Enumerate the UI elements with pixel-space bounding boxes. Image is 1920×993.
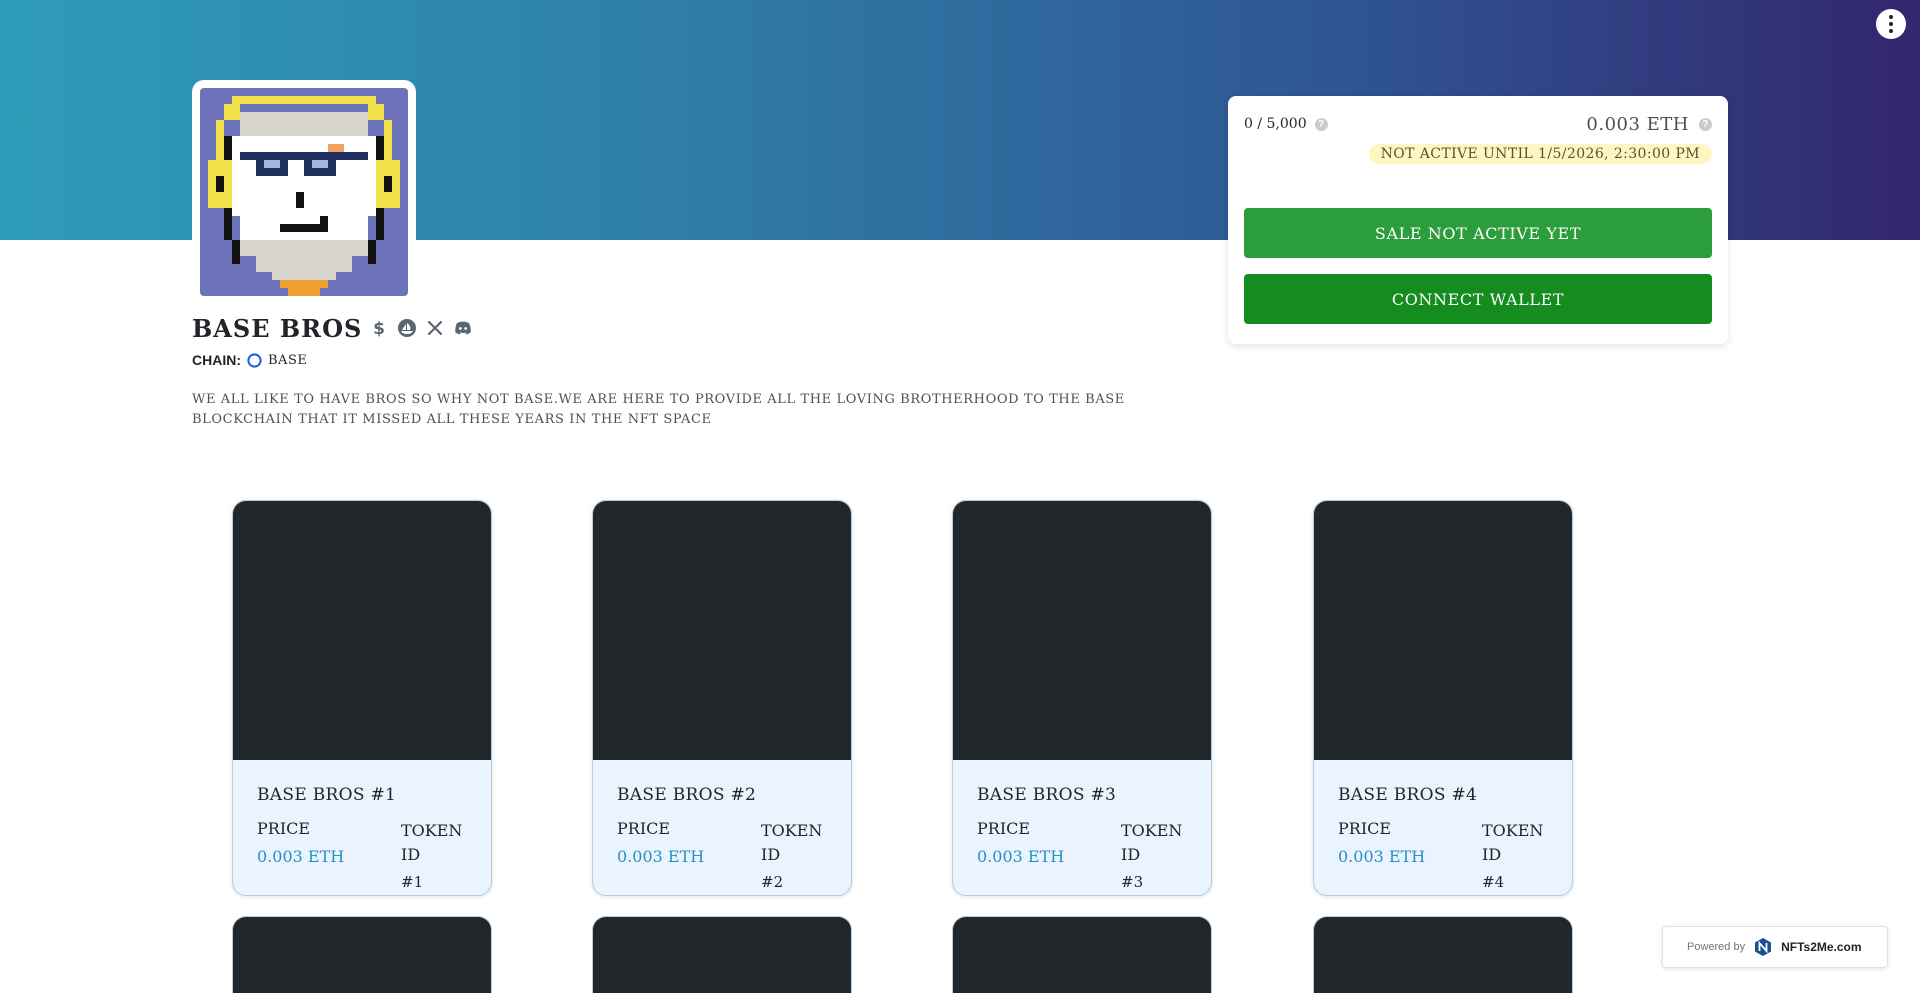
nft-card[interactable]: BASE BROS #4 PRICE 0.003 ETH TOKEN ID #4	[1313, 500, 1573, 896]
nft-image-placeholder	[233, 501, 491, 760]
nft-token-label: TOKEN ID	[1121, 821, 1183, 864]
powered-by-badge[interactable]: Powered by NFTs2Me.com	[1662, 926, 1888, 968]
nft-token-id: #2	[761, 873, 784, 891]
supply-text: 0 / 5,000	[1244, 116, 1307, 132]
nft-price-label: PRICE	[257, 819, 311, 838]
nft-image-placeholder	[953, 501, 1211, 760]
nft-price-label: PRICE	[1338, 819, 1392, 838]
dollar-icon[interactable]: $	[368, 317, 390, 339]
x-icon[interactable]	[424, 317, 446, 339]
supply-counter: 0 / 5,000 ?	[1244, 116, 1328, 132]
base-chain-icon	[247, 352, 262, 368]
powered-by-brand: NFTs2Me.com	[1781, 940, 1862, 954]
nft-price-value: 0.003 ETH	[977, 847, 1065, 866]
pixel-avatar-image	[200, 88, 408, 296]
nft-card-title: BASE BROS #3	[977, 785, 1117, 805]
collection-title: BASE BROS	[192, 313, 363, 343]
price-help-icon[interactable]: ?	[1699, 118, 1712, 131]
nfts2me-logo-icon	[1755, 938, 1772, 956]
nft-card[interactable]: BASE BROS #1 PRICE 0.003 ETH TOKEN ID #1	[232, 500, 492, 896]
mint-price: 0.003 ETH ?	[1586, 114, 1712, 135]
nft-card[interactable]: BASE BROS #2 PRICE 0.003 ETH TOKEN ID #2	[592, 500, 852, 896]
discord-icon[interactable]	[452, 317, 474, 339]
nft-price-label: PRICE	[977, 819, 1031, 838]
supply-help-icon[interactable]: ?	[1314, 117, 1328, 131]
nft-card[interactable]: BASE BROS #3 PRICE 0.003 ETH TOKEN ID #3	[952, 500, 1212, 896]
nft-card-title: BASE BROS #2	[617, 785, 757, 805]
nft-price-value: 0.003 ETH	[617, 847, 705, 866]
chain-label: CHAIN:	[192, 352, 241, 368]
nft-price-label: PRICE	[617, 819, 671, 838]
nft-token-id: #1	[401, 873, 424, 891]
chain-value: BASE	[268, 352, 308, 368]
more-menu-button[interactable]	[1876, 9, 1906, 39]
vertical-dots-icon-dot	[1889, 29, 1893, 33]
vertical-dots-icon-dot	[1889, 22, 1893, 26]
svg-text:$: $	[373, 319, 385, 338]
nft-card-partial[interactable]	[592, 916, 852, 993]
chain-info: CHAIN: BASE	[192, 352, 307, 368]
nft-card-partial[interactable]	[952, 916, 1212, 993]
nft-token-label: TOKEN ID	[401, 821, 463, 864]
nft-token-label: TOKEN ID	[761, 821, 823, 864]
nft-card-title: BASE BROS #4	[1338, 785, 1478, 805]
nft-price-value: 0.003 ETH	[1338, 847, 1426, 866]
opensea-icon[interactable]	[396, 317, 418, 339]
vertical-dots-icon	[1889, 15, 1893, 19]
collection-title-row: BASE BROS $	[192, 312, 474, 344]
nft-image-placeholder	[1314, 501, 1572, 760]
nft-image-placeholder	[593, 501, 851, 760]
status-badge: NOT ACTIVE UNTIL 1/5/2026, 2:30:00 PM	[1368, 144, 1712, 164]
connect-wallet-button[interactable]: CONNECT WALLET	[1244, 274, 1712, 324]
collection-description: WE ALL LIKE TO HAVE BROS SO WHY NOT BASE…	[192, 392, 1125, 427]
price-text: 0.003 ETH	[1586, 114, 1689, 135]
nft-card-title: BASE BROS #1	[257, 785, 397, 805]
nft-card-partial[interactable]	[232, 916, 492, 993]
powered-by-label: Powered by	[1687, 941, 1746, 953]
nft-token-label: TOKEN ID	[1482, 821, 1544, 864]
nft-card-partial[interactable]	[1313, 916, 1573, 993]
nft-price-value: 0.003 ETH	[257, 847, 345, 866]
collection-avatar	[192, 80, 416, 298]
sale-not-active-button[interactable]: SALE NOT ACTIVE YET	[1244, 208, 1712, 258]
sale-panel: 0 / 5,000 ? 0.003 ETH ? NOT ACTIVE UNTIL…	[1228, 96, 1728, 344]
nft-token-id: #4	[1482, 873, 1505, 891]
nft-token-id: #3	[1121, 873, 1144, 891]
